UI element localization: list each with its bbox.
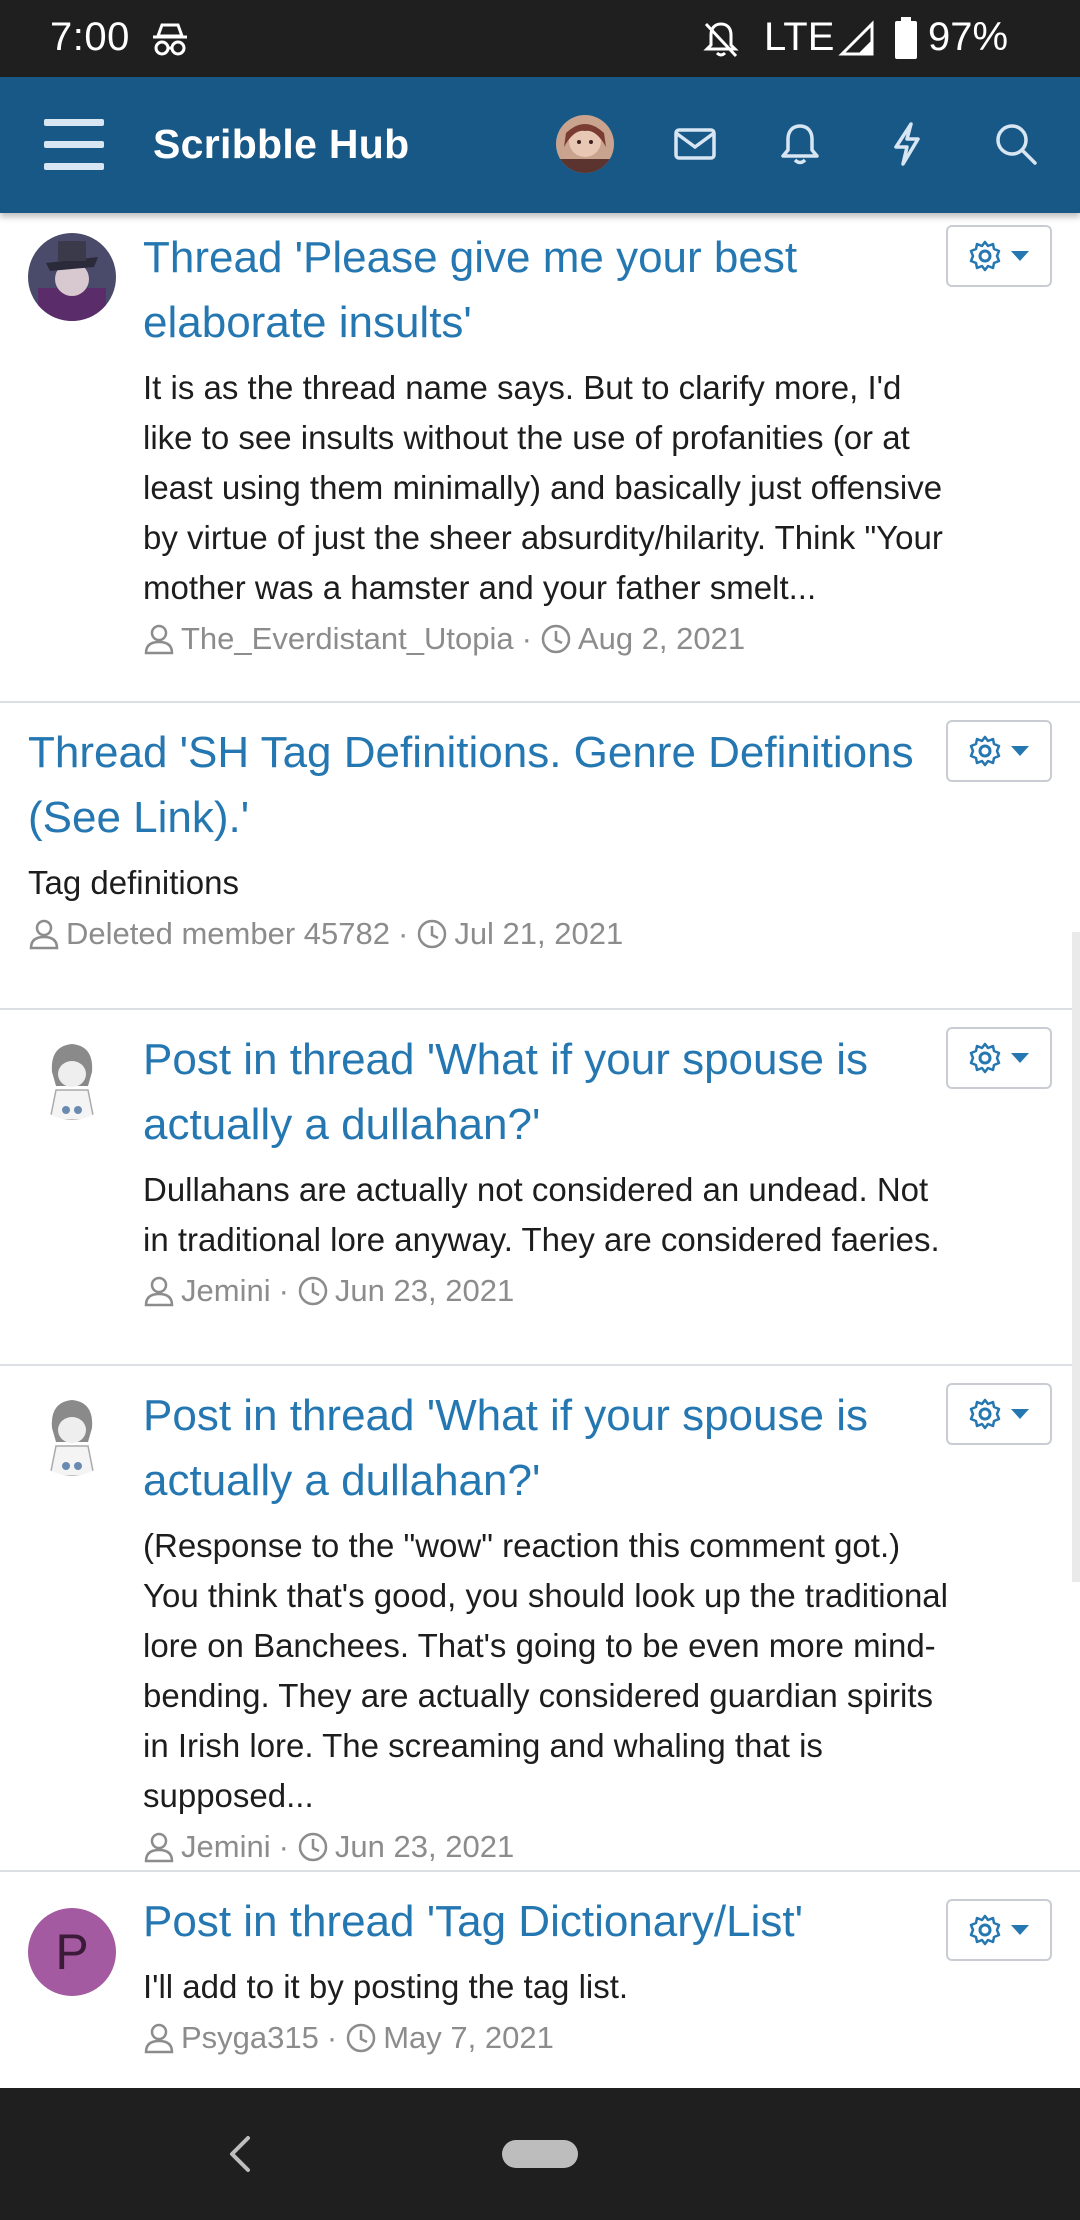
item-actions-button[interactable] [946,1899,1052,1961]
caret-down-icon [1011,1409,1029,1419]
item-content: Thread 'Please give me your best elabora… [143,225,950,657]
network-type: LTE [764,15,835,59]
search-icon[interactable] [989,117,1043,171]
item-meta: The_Everdistant_Utopia · Aug 2, 2021 [143,621,950,657]
author-avatar[interactable] [28,233,116,321]
item-snippet: (Response to the "wow" reaction this com… [143,1527,948,1814]
activity-feed: Thread 'Please give me your best elabora… [0,213,1080,2090]
clock-icon [541,624,571,654]
item-author-link[interactable]: Jemini [181,1273,271,1309]
mute-icon [703,22,739,58]
back-icon[interactable] [222,2132,258,2176]
clock-icon [298,1276,328,1306]
item-meta: Deleted member 45782 · Jul 21, 2021 [28,916,950,952]
system-nav-bar [0,2088,1080,2220]
item-title-link[interactable]: Thread 'Please give me your best elabora… [143,225,950,355]
signal-icon [838,20,874,56]
item-date[interactable]: Jun 23, 2021 [335,1829,514,1865]
user-icon [144,1832,174,1863]
user-icon [144,1276,174,1307]
item-meta: Jemini · Jun 23, 2021 [143,1273,950,1309]
caret-down-icon [1011,1053,1029,1063]
feed-item: Thread 'Please give me your best elabora… [0,213,1080,703]
clock-icon [346,2023,376,2053]
feed-item: Post in thread 'What if your spouse is a… [0,1010,1080,1366]
gear-icon [969,1914,1001,1946]
item-author: Deleted member 45782 [66,916,390,951]
app-header: Scribble Hub [0,77,1080,213]
item-author-link[interactable]: The_Everdistant_Utopia [181,621,514,657]
item-actions-button[interactable] [946,720,1052,782]
item-title-link[interactable]: Post in thread 'What if your spouse is a… [143,1383,950,1513]
gear-icon [969,735,1001,767]
item-content: Thread 'SH Tag Definitions. Genre Defini… [28,720,950,952]
item-meta: Jemini · Jun 23, 2021 [143,1829,950,1865]
incognito-icon [153,23,187,56]
item-actions-button[interactable] [946,225,1052,287]
item-snippet: Dullahans are actually not considered an… [143,1171,940,1258]
item-date[interactable]: Aug 2, 2021 [578,621,745,657]
item-date[interactable]: Jun 23, 2021 [335,1273,514,1309]
item-date[interactable]: Jul 21, 2021 [454,916,623,952]
mail-icon[interactable] [668,117,722,171]
item-content: Post in thread 'Tag Dictionary/List' I'l… [143,1889,950,2056]
item-title-link[interactable]: Thread 'SH Tag Definitions. Genre Defini… [28,720,950,850]
caret-down-icon [1011,1925,1029,1935]
status-time: 7:00 [50,15,130,59]
author-avatar[interactable] [28,1388,116,1476]
feed-item: P Post in thread 'Tag Dictionary/List' I… [0,1872,1080,2090]
scrollbar[interactable] [1072,932,1080,1582]
caret-down-icon [1011,746,1029,756]
battery-icon [895,17,917,59]
item-date[interactable]: May 7, 2021 [383,2020,554,2056]
author-avatar[interactable] [28,1032,116,1120]
feed-item: Thread 'SH Tag Definitions. Genre Defini… [0,703,1080,1010]
gear-icon [969,1398,1001,1430]
bell-icon[interactable] [773,117,827,171]
item-meta: Psyga315 · May 7, 2021 [143,2020,950,2056]
item-actions-button[interactable] [946,1027,1052,1089]
user-icon [144,2023,174,2054]
home-pill[interactable] [502,2140,578,2168]
feed-item: Post in thread 'What if your spouse is a… [0,1366,1080,1872]
clock-icon [298,1832,328,1862]
user-avatar[interactable] [556,115,614,173]
clock-icon [418,919,447,949]
item-snippet: Tag definitions [28,864,239,901]
bolt-icon[interactable] [880,117,934,171]
item-title-link[interactable]: Post in thread 'What if your spouse is a… [143,1027,950,1157]
site-logo[interactable]: Scribble Hub [153,121,409,168]
item-author-link[interactable]: Psyga315 [181,2020,319,2056]
item-snippet: It is as the thread name says. But to cl… [143,369,943,606]
caret-down-icon [1011,251,1029,261]
user-icon [144,624,174,655]
battery-percent: 97% [928,15,1009,59]
status-bar: 7:00 LTE 97% [0,0,1080,77]
gear-icon [969,240,1001,272]
menu-icon[interactable] [44,119,104,171]
author-avatar[interactable]: P [28,1908,116,1996]
item-title-link[interactable]: Post in thread 'Tag Dictionary/List' [143,1889,950,1954]
item-snippet: I'll add to it by posting the tag list. [143,1968,629,2005]
item-content: Post in thread 'What if your spouse is a… [143,1027,950,1309]
gear-icon [969,1042,1001,1074]
item-author-link[interactable]: Jemini [181,1829,271,1865]
item-content: Post in thread 'What if your spouse is a… [143,1383,950,1865]
item-actions-button[interactable] [946,1383,1052,1445]
user-icon [29,919,59,950]
